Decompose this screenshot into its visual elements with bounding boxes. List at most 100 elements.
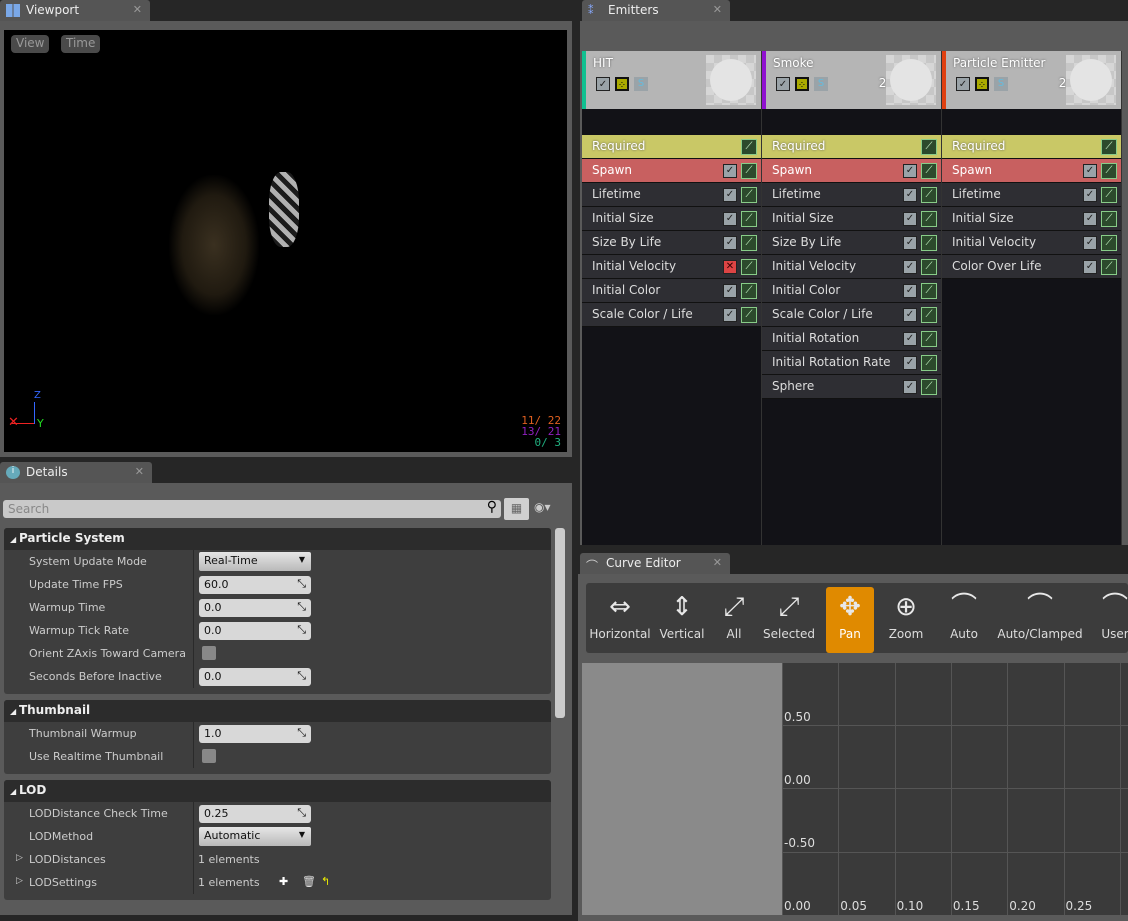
module-initial-color[interactable]: Initial Color ✓ ⟋	[762, 279, 941, 303]
expand-arrow-icon[interactable]: ▷	[16, 876, 23, 886]
module-enabled-checkbox[interactable]: ✓	[723, 236, 737, 250]
module-scale-color-life[interactable]: Scale Color / Life ✓ ⟋	[762, 303, 941, 327]
section-header[interactable]: ◢ Thumbnail	[4, 700, 551, 722]
property-dropdown[interactable]: Automatic	[199, 827, 311, 846]
vertical-button[interactable]: ⇕ Vertical	[656, 587, 708, 653]
curve-graph-icon[interactable]: ⟋	[921, 355, 937, 371]
module-enabled-checkbox[interactable]: ✓	[903, 212, 917, 226]
visibility-filter-button[interactable]: ◉▾	[534, 500, 551, 514]
module-required[interactable]: Required ⟋	[942, 135, 1121, 159]
module-enabled-checkbox[interactable]: ✓	[903, 188, 917, 202]
property-input[interactable]: 60.0	[199, 576, 311, 594]
module-spawn[interactable]: Spawn ✓ ⟋	[942, 159, 1121, 183]
module-lifetime[interactable]: Lifetime ✓ ⟋	[762, 183, 941, 207]
module-initial-size[interactable]: Initial Size ✓ ⟋	[942, 207, 1121, 231]
solo-button[interactable]: S	[634, 77, 648, 91]
curve-graph-icon[interactable]: ⟋	[921, 259, 937, 275]
emitter-header[interactable]: HIT✓⁘S3	[582, 51, 761, 109]
module-enabled-checkbox[interactable]: ✓	[723, 212, 737, 226]
curve-graph-icon[interactable]: ⟋	[921, 331, 937, 347]
close-icon[interactable]: ✕	[713, 556, 722, 569]
auto-button[interactable]: ⌒ Auto	[938, 587, 990, 653]
emitter-column[interactable]: Particle Emitter✓⁘S22Required⟋Spawn✓⟋Lif…	[942, 51, 1122, 545]
curve-graph-icon[interactable]: ⟋	[741, 235, 757, 251]
curve-graph-icon[interactable]: ⟋	[921, 235, 937, 251]
emitter-enabled-checkbox[interactable]: ✓	[956, 77, 970, 91]
pan-button[interactable]: ✥ Pan	[826, 587, 874, 653]
tab-curve-editor[interactable]: ⌒ Curve Editor ✕	[580, 553, 730, 574]
section-header[interactable]: ◢ Particle System	[4, 528, 551, 550]
search-input[interactable]: Search ⚲	[3, 499, 501, 518]
module-enabled-checkbox[interactable]: ✓	[903, 236, 917, 250]
module-initial-size[interactable]: Initial Size ✓ ⟋	[582, 207, 761, 231]
render-mode-icon[interactable]: ⁘	[615, 77, 629, 91]
module-enabled-checkbox[interactable]: ✓	[1083, 260, 1097, 274]
curve-graph-icon[interactable]: ⟋	[921, 163, 937, 179]
module-initial-velocity[interactable]: Initial Velocity ✓ ⟋	[942, 231, 1121, 255]
module-required[interactable]: Required ⟋	[762, 135, 941, 159]
time-button[interactable]: Time	[61, 35, 101, 53]
curve-graph-icon[interactable]: ⟋	[921, 139, 937, 155]
tab-details[interactable]: i Details ✕	[0, 462, 152, 483]
module-spawn[interactable]: Spawn ✓ ⟋	[762, 159, 941, 183]
solo-button[interactable]: S	[994, 77, 1008, 91]
emitter-enabled-checkbox[interactable]: ✓	[776, 77, 790, 91]
emitter-enabled-checkbox[interactable]: ✓	[596, 77, 610, 91]
close-icon[interactable]: ✕	[135, 465, 144, 478]
curve-graph-icon[interactable]: ⟋	[741, 211, 757, 227]
curve-graph-icon[interactable]: ⟋	[921, 211, 937, 227]
module-initial-rotation[interactable]: Initial Rotation ✓ ⟋	[762, 327, 941, 351]
module-lifetime[interactable]: Lifetime ✓ ⟋	[942, 183, 1121, 207]
reset-icon[interactable]: ↰	[321, 875, 330, 888]
module-required[interactable]: Required ⟋	[582, 135, 761, 159]
curve-graph-icon[interactable]: ⟋	[741, 259, 757, 275]
module-enabled-checkbox[interactable]: ✓	[1083, 236, 1097, 250]
curve-graph-icon[interactable]: ⟋	[741, 283, 757, 299]
render-mode-icon[interactable]: ⁘	[795, 77, 809, 91]
close-icon[interactable]: ✕	[713, 3, 722, 16]
tab-emitters[interactable]: ⁑ Emitters ✕	[582, 0, 730, 21]
property-dropdown[interactable]: Real-Time	[199, 552, 311, 571]
curve-graph-icon[interactable]: ⟋	[921, 283, 937, 299]
module-size-by-life[interactable]: Size By Life ✓ ⟋	[762, 231, 941, 255]
curve-graph-icon[interactable]: ⟋	[921, 307, 937, 323]
property-input[interactable]: 1.0	[199, 725, 311, 743]
module-enabled-checkbox[interactable]: ✓	[903, 332, 917, 346]
expand-arrow-icon[interactable]: ▷	[16, 853, 23, 863]
add-icon[interactable]: ✚	[279, 875, 288, 888]
user-button[interactable]: ⌒ User	[1090, 587, 1128, 653]
module-initial-rotation-rate[interactable]: Initial Rotation Rate ✓ ⟋	[762, 351, 941, 375]
module-initial-velocity[interactable]: Initial Velocity ✓ ⟋	[762, 255, 941, 279]
curve-graph-icon[interactable]: ⟋	[1101, 187, 1117, 203]
property-checkbox[interactable]	[202, 749, 216, 763]
all-button[interactable]: ⤢ All	[712, 587, 756, 653]
selected-button[interactable]: ⤢ Selected	[760, 587, 818, 653]
module-enabled-checkbox[interactable]: ✓	[723, 284, 737, 298]
module-enabled-checkbox[interactable]: ✓	[903, 308, 917, 322]
module-enabled-checkbox[interactable]: ✓	[903, 260, 917, 274]
view-button[interactable]: View	[11, 35, 50, 53]
module-scale-color-life[interactable]: Scale Color / Life ✓ ⟋	[582, 303, 761, 327]
emitter-column[interactable]: Smoke✓⁘S23Required⟋Spawn✓⟋Lifetime✓⟋Init…	[762, 51, 942, 545]
module-initial-size[interactable]: Initial Size ✓ ⟋	[762, 207, 941, 231]
module-enabled-checkbox[interactable]: ✓	[723, 164, 737, 178]
scrollbar[interactable]	[555, 528, 565, 718]
horizontal-button[interactable]: ⇔ Horizontal	[588, 587, 652, 653]
module-enabled-checkbox[interactable]: ✕	[723, 260, 737, 274]
curve-graph-icon[interactable]: ⟋	[1101, 163, 1117, 179]
auto-clamped-button[interactable]: ⌒ Auto/Clamped	[996, 587, 1084, 653]
property-checkbox[interactable]	[202, 646, 216, 660]
tab-viewport[interactable]: Viewport ✕	[0, 0, 150, 21]
curve-graph-icon[interactable]: ⟋	[1101, 235, 1117, 251]
property-input[interactable]: 0.25	[199, 805, 311, 823]
viewport-canvas[interactable]: Z ✕ Y 11/ 22 13/ 21 0/ 3	[4, 30, 567, 452]
module-enabled-checkbox[interactable]: ✓	[1083, 188, 1097, 202]
module-enabled-checkbox[interactable]: ✓	[723, 188, 737, 202]
module-sphere[interactable]: Sphere ✓ ⟋	[762, 375, 941, 399]
module-enabled-checkbox[interactable]: ✓	[903, 356, 917, 370]
zoom-button[interactable]: ⊕ Zoom	[880, 587, 932, 653]
property-input[interactable]: 0.0	[199, 599, 311, 617]
module-spawn[interactable]: Spawn ✓ ⟋	[582, 159, 761, 183]
curve-graph-icon[interactable]: ⟋	[741, 187, 757, 203]
curve-graph-icon[interactable]: ⟋	[1101, 259, 1117, 275]
